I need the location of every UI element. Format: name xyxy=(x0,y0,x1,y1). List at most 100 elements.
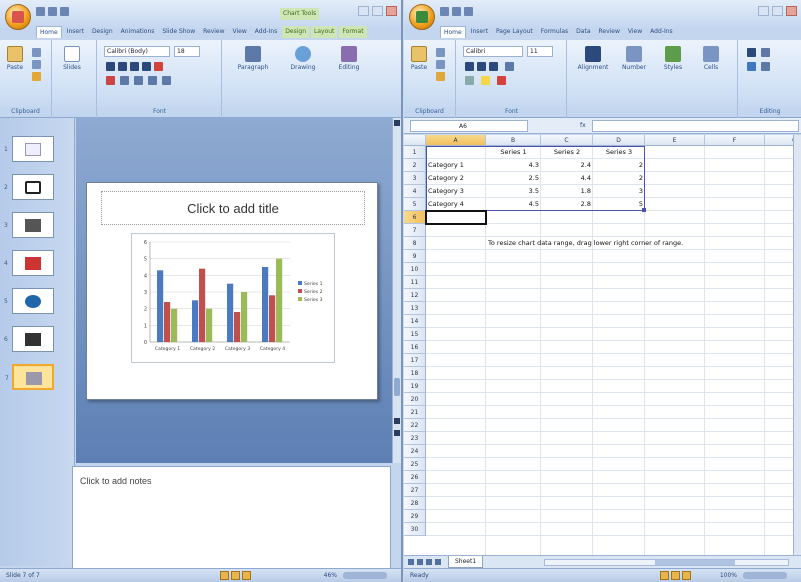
slide-thumbnail-4[interactable]: 4 xyxy=(4,250,54,276)
zoom-slider[interactable] xyxy=(343,572,387,579)
chart-data-range[interactable] xyxy=(426,146,645,211)
font-name-box[interactable]: Calibri xyxy=(463,46,523,57)
tab-formulas[interactable]: Formulas xyxy=(538,26,571,38)
row-header-25[interactable]: 25 xyxy=(404,458,426,471)
worksheet-grid[interactable]: ABCDEFG123456789101112131415161718192021… xyxy=(404,135,801,555)
row-header-18[interactable]: 18 xyxy=(404,367,426,380)
active-cell-a6[interactable] xyxy=(425,210,487,225)
slide-thumbnail-2[interactable]: 2 xyxy=(4,174,54,200)
cells-button[interactable]: Cells xyxy=(694,46,728,80)
column-header-a[interactable]: A xyxy=(426,135,486,146)
select-all-corner[interactable] xyxy=(404,135,426,146)
strikethrough-icon[interactable] xyxy=(142,62,151,71)
cut-icon[interactable] xyxy=(32,48,41,57)
prev-sheet-icon[interactable] xyxy=(417,559,423,565)
row-header-26[interactable]: 26 xyxy=(404,471,426,484)
tab-add-ins[interactable]: Add-Ins xyxy=(647,26,675,38)
font-size-box[interactable]: 11 xyxy=(527,46,553,57)
tab-view[interactable]: View xyxy=(625,26,645,38)
row-header-16[interactable]: 16 xyxy=(404,341,426,354)
next-slide-icon[interactable] xyxy=(394,430,400,436)
font-name-box[interactable]: Calibri (Body) xyxy=(104,46,170,57)
row-header-24[interactable]: 24 xyxy=(404,445,426,458)
tab-home[interactable]: Home xyxy=(440,26,466,38)
office-button[interactable] xyxy=(5,4,31,30)
column-header-e[interactable]: E xyxy=(645,135,705,146)
column-header-d[interactable]: D xyxy=(593,135,645,146)
row-header-19[interactable]: 19 xyxy=(404,380,426,393)
slide-thumbnail-3[interactable]: 3 xyxy=(4,212,54,238)
paragraph-button[interactable]: Paragraph xyxy=(233,46,273,80)
column-header-b[interactable]: B xyxy=(486,135,541,146)
slide-thumbnail-5[interactable]: 5 xyxy=(4,288,54,314)
normal-view-icon[interactable] xyxy=(220,571,229,580)
row-header-27[interactable]: 27 xyxy=(404,484,426,497)
bold-icon[interactable] xyxy=(465,62,474,71)
copy-icon[interactable] xyxy=(436,60,445,69)
formula-input[interactable] xyxy=(592,120,799,132)
prev-slide-icon[interactable] xyxy=(394,418,400,424)
notes-pane[interactable]: Click to add notes xyxy=(72,466,391,569)
close-button[interactable] xyxy=(386,6,397,16)
row-header-15[interactable]: 15 xyxy=(404,328,426,341)
minimize-button[interactable] xyxy=(358,6,369,16)
row-header-12[interactable]: 12 xyxy=(404,289,426,302)
normal-view-icon[interactable] xyxy=(660,571,669,580)
row-header-11[interactable]: 11 xyxy=(404,276,426,289)
worksheet-vertical-scrollbar[interactable] xyxy=(793,135,801,555)
row-header-7[interactable]: 7 xyxy=(404,224,426,237)
slide-thumbnail-1[interactable]: 1 xyxy=(4,136,54,162)
tab-design[interactable]: Design xyxy=(89,26,116,38)
tab-home[interactable]: Home xyxy=(36,26,62,38)
cell-b8[interactable]: To resize chart data range, drag lower r… xyxy=(486,237,685,250)
alignment-button[interactable]: Alignment xyxy=(574,46,612,80)
grow-font-icon[interactable] xyxy=(134,76,143,85)
maximize-button[interactable] xyxy=(372,6,383,16)
paste-button[interactable]: Paste xyxy=(4,46,26,80)
maximize-button[interactable] xyxy=(772,6,783,16)
tab-chart-format[interactable]: Format xyxy=(339,26,367,38)
name-box[interactable]: A6 xyxy=(410,120,528,132)
clear-format-icon[interactable] xyxy=(162,76,171,85)
new-slide-button[interactable]: Slides xyxy=(61,46,83,80)
editing-button[interactable]: Editing xyxy=(329,46,369,80)
find-select-icon[interactable] xyxy=(761,62,770,71)
slide-thumbnail-6[interactable]: 6 xyxy=(4,326,54,352)
underline-icon[interactable] xyxy=(130,62,139,71)
tab-view[interactable]: View xyxy=(230,26,250,38)
hscroll-thumb[interactable] xyxy=(655,560,735,565)
first-sheet-icon[interactable] xyxy=(408,559,414,565)
tab-animations[interactable]: Animations xyxy=(118,26,158,38)
tab-insert[interactable]: Insert xyxy=(64,26,87,38)
row-header-29[interactable]: 29 xyxy=(404,510,426,523)
row-header-4[interactable]: 4 xyxy=(404,185,426,198)
copy-icon[interactable] xyxy=(32,60,41,69)
embedded-chart[interactable]: 0 1 2 3 4 5 6 Category 1 Category 2 Category 3 Cat… xyxy=(131,233,335,363)
scroll-thumb[interactable] xyxy=(394,378,400,396)
underline-icon[interactable] xyxy=(489,62,498,71)
grow-font-icon[interactable] xyxy=(505,62,514,71)
save-icon[interactable] xyxy=(36,7,45,16)
slide-thumbnail-7[interactable]: 7 xyxy=(5,364,54,390)
row-header-20[interactable]: 20 xyxy=(404,393,426,406)
cut-icon[interactable] xyxy=(436,48,445,57)
row-header-5[interactable]: 5 xyxy=(404,198,426,211)
fx-icon[interactable]: fx xyxy=(534,120,590,132)
tab-chart-design[interactable]: Design xyxy=(282,26,309,38)
row-header-8[interactable]: 8 xyxy=(404,237,426,250)
range-resize-handle[interactable] xyxy=(642,208,646,212)
paste-button[interactable]: Paste xyxy=(408,46,430,80)
scroll-up-arrow-icon[interactable] xyxy=(394,120,400,126)
tab-review[interactable]: Review xyxy=(200,26,227,38)
sort-filter-icon[interactable] xyxy=(761,48,770,57)
row-header-21[interactable]: 21 xyxy=(404,406,426,419)
row-header-30[interactable]: 30 xyxy=(404,523,426,536)
save-icon[interactable] xyxy=(440,7,449,16)
column-header-c[interactable]: C xyxy=(541,135,593,146)
undo-icon[interactable] xyxy=(48,7,57,16)
row-header-23[interactable]: 23 xyxy=(404,432,426,445)
column-header-f[interactable]: F xyxy=(705,135,765,146)
office-button[interactable] xyxy=(409,4,435,30)
title-placeholder[interactable]: Click to add title xyxy=(101,191,365,225)
font-color-icon[interactable] xyxy=(497,76,506,85)
